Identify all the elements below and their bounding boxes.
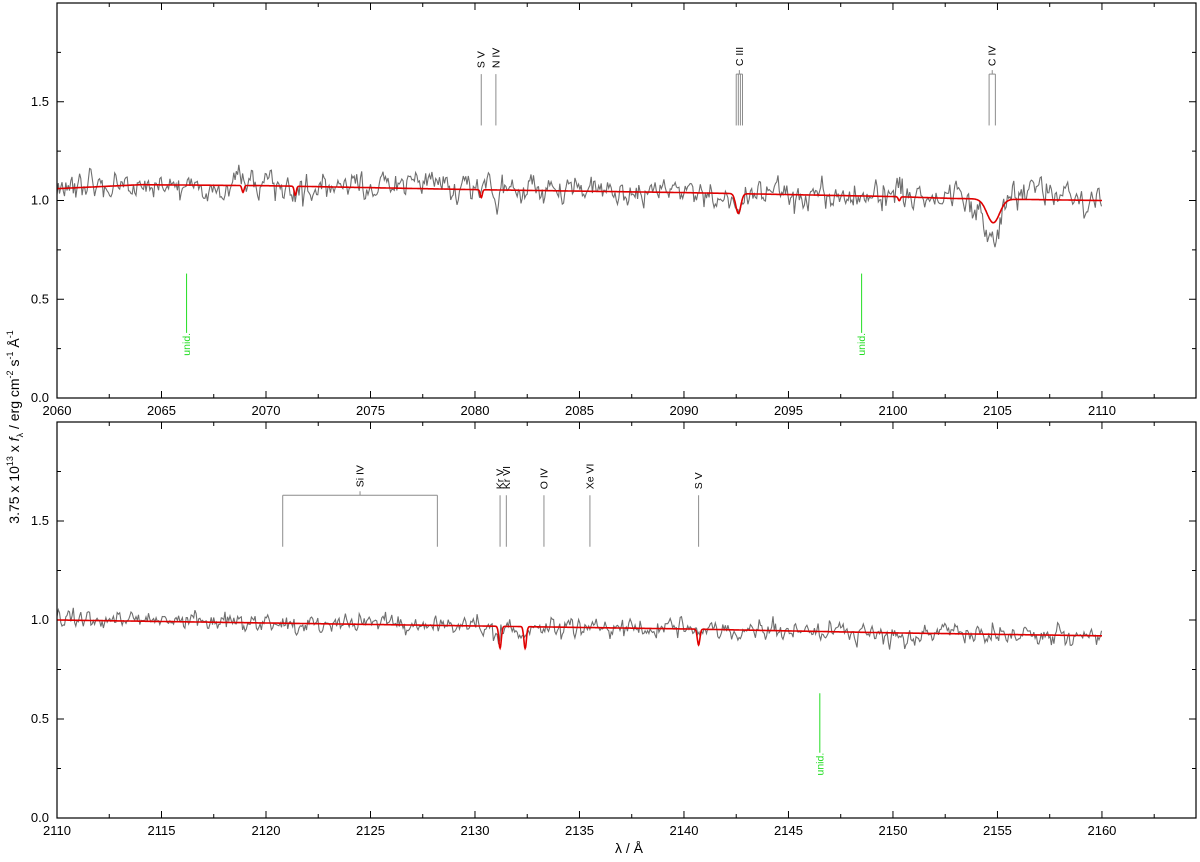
- line-id-marker: Si IV: [282, 465, 438, 547]
- y-tick-label: 0.0: [31, 810, 49, 825]
- line-id-label: Kr VI: [501, 466, 513, 489]
- observed-spectrum: [56, 164, 1103, 248]
- x-tick-label: 2095: [774, 403, 803, 418]
- x-tick-label: 2075: [356, 403, 385, 418]
- panel-bottom: 2110 2115 2120 2125 2130 2135 2140 2145 2150 2155…: [31, 421, 1197, 838]
- x-tick-label: 2085: [565, 403, 594, 418]
- x-tick-label: 2135: [565, 823, 594, 838]
- spectrum-figure: 2060 2065 2070 2075 2080 2085 2090 2095 2100 2105…: [0, 0, 1200, 857]
- x-tick-label: 2155: [983, 823, 1012, 838]
- y-tick-label: 0.0: [31, 390, 49, 405]
- line-id-label: S V: [476, 51, 488, 68]
- line-id-label: O IV: [538, 468, 550, 489]
- unid-label: unid.: [181, 333, 193, 356]
- line-id-marker: C IV: [987, 46, 999, 126]
- x-tick-label: 2090: [670, 403, 699, 418]
- plot-frame: [56, 421, 1197, 819]
- line-id-marker: Xe VI: [584, 464, 596, 547]
- spectrum-chart: 2060 2065 2070 2075 2080 2085 2090 2095 2100 2105…: [5, 2, 1197, 856]
- line-id-marker: S V: [693, 472, 705, 547]
- y-tick-label: 0.5: [31, 711, 49, 726]
- y-tick-label: 1.5: [31, 94, 49, 109]
- y-tick-label: 1.0: [31, 193, 49, 208]
- line-id-marker: Kr VI: [501, 466, 513, 547]
- x-tick-label: 2115: [148, 823, 176, 838]
- x-tick-label: 2150: [879, 823, 908, 838]
- x-axis-label: λ / Å: [615, 840, 644, 856]
- line-id-label: Si IV: [355, 465, 367, 487]
- line-id-marker: N IV: [490, 48, 502, 126]
- x-tick-label: 2130: [461, 823, 490, 838]
- unid-label: unid.: [856, 333, 868, 356]
- model-spectrum: [57, 183, 1102, 224]
- line-id-label: N IV: [490, 48, 502, 68]
- x-tick-label: 2140: [670, 823, 699, 838]
- x-tick-label: 2060: [43, 403, 72, 418]
- x-tick-label: 2105: [983, 403, 1012, 418]
- line-id-label: Xe VI: [584, 464, 596, 490]
- x-tick-label: 2070: [252, 403, 281, 418]
- line-id-marker: O IV: [538, 468, 550, 547]
- x-tick-label: 2065: [147, 403, 176, 418]
- y-tick-label: 1.0: [31, 612, 49, 627]
- y-axis-label: 3.75 x 1013 x fλ / erg cm-2 s-1 Å-1: [5, 330, 25, 523]
- x-tick-label: 2160: [1087, 823, 1116, 838]
- x-tick-label: 2145: [774, 823, 803, 838]
- unid-label: unid.: [814, 753, 826, 776]
- observed-spectrum: [56, 607, 1103, 650]
- line-id-marker: C III: [734, 47, 746, 126]
- x-tick-label: 2110: [43, 823, 71, 838]
- line-id-label: C IV: [987, 46, 999, 66]
- x-tick-label: 2110: [1088, 403, 1116, 418]
- x-tick-label: 2120: [252, 823, 281, 838]
- panel-top: 2060 2065 2070 2075 2080 2085 2090 2095 2100 2105…: [31, 2, 1197, 418]
- line-id-label: S V: [693, 472, 705, 489]
- x-tick-label: 2125: [356, 823, 385, 838]
- line-id-label: C III: [734, 47, 746, 66]
- line-id-marker: S V: [476, 51, 488, 126]
- y-tick-label: 0.5: [31, 291, 49, 306]
- y-tick-label: 1.5: [31, 513, 49, 528]
- x-tick-label: 2080: [461, 403, 490, 418]
- x-tick-label: 2100: [879, 403, 908, 418]
